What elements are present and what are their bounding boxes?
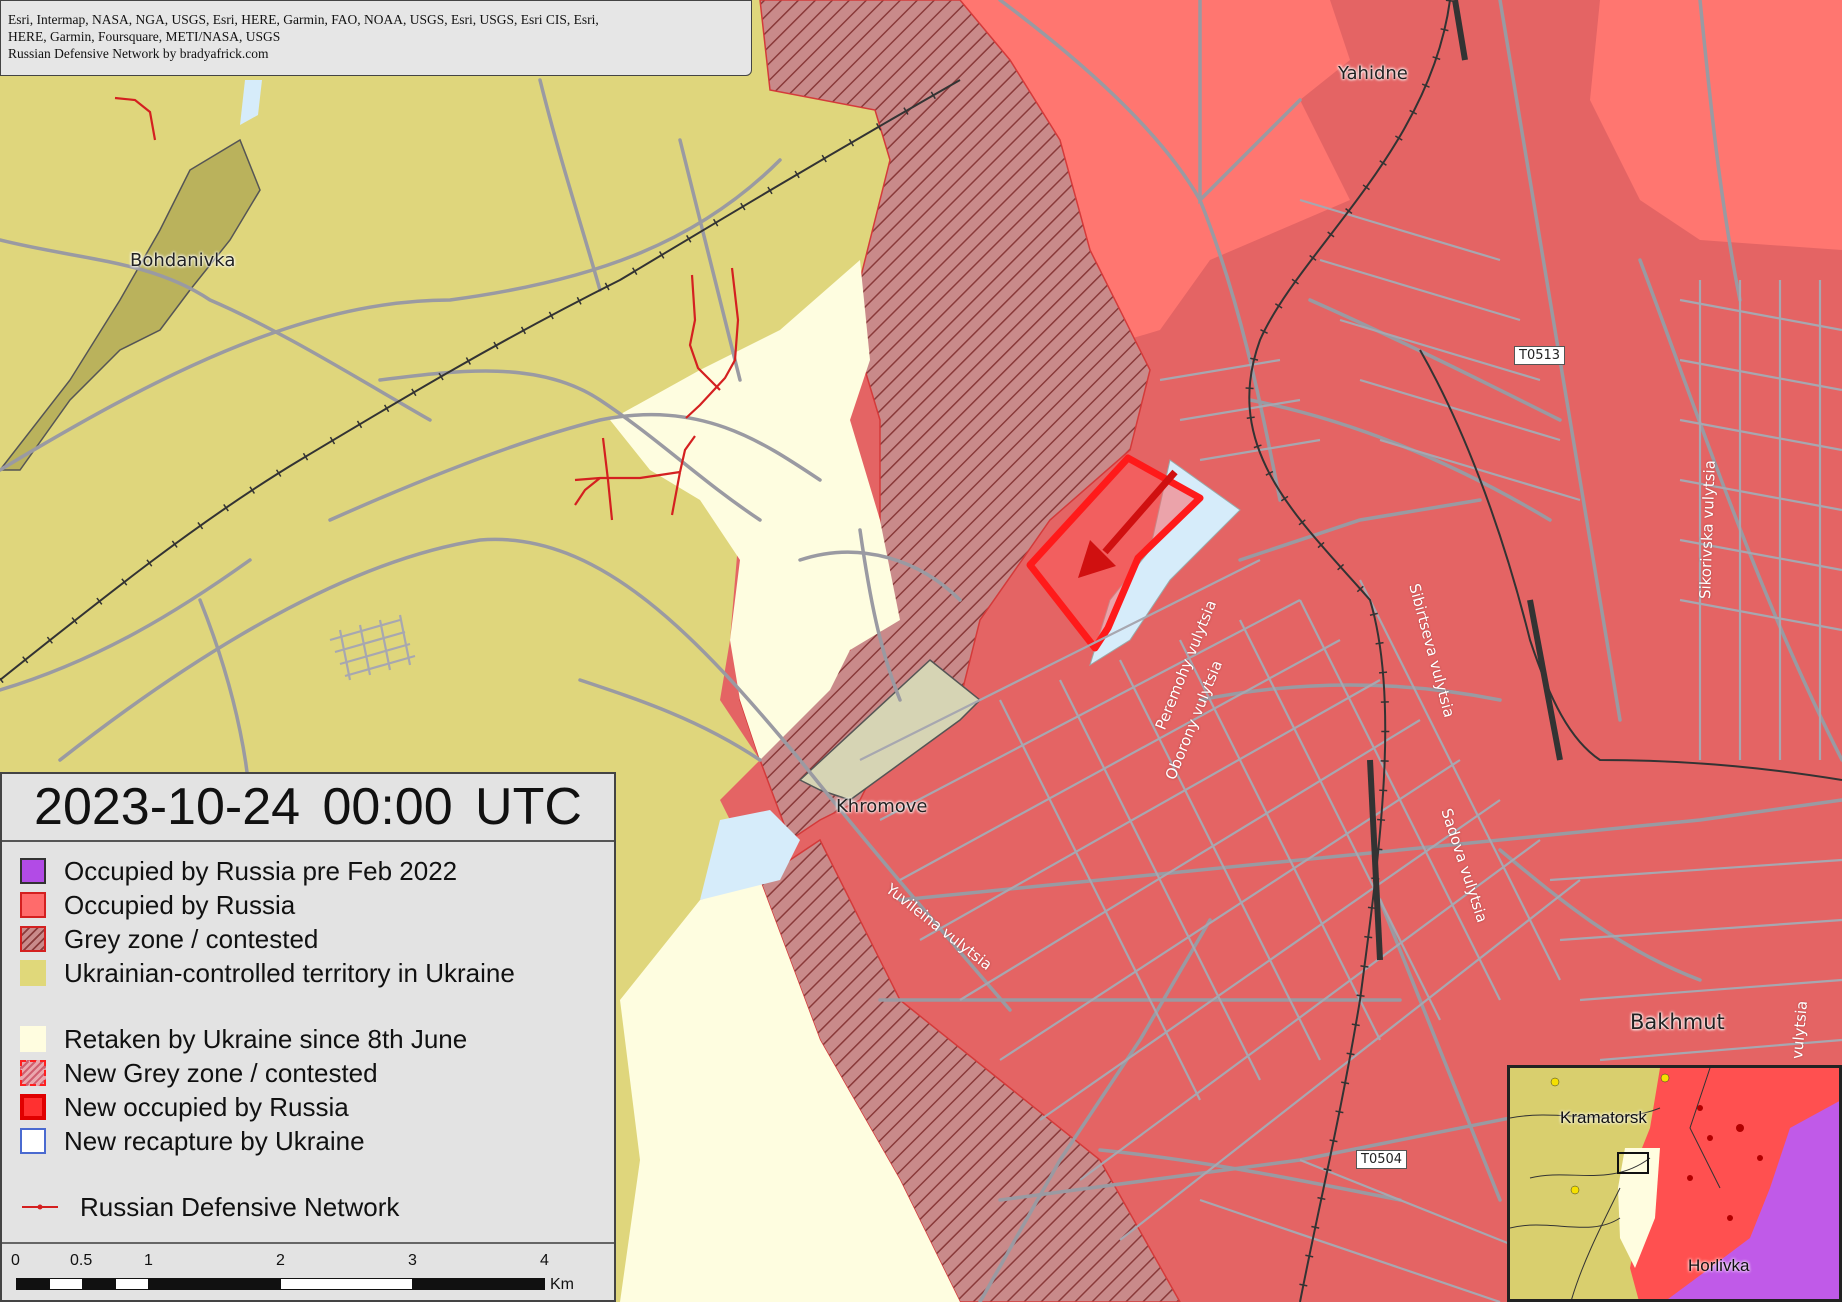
scale-segment: [16, 1278, 50, 1290]
place-label-bohdanivka: Bohdanivka: [130, 250, 236, 271]
attribution-panel: Esri, Intermap, NASA, NGA, USGS, Esri, H…: [0, 0, 752, 76]
scale-segment: [148, 1278, 281, 1290]
scale-unit: Km: [550, 1276, 574, 1293]
legend-label: Retaken by Ukraine since 8th June: [64, 1023, 468, 1054]
scale-tick-label: 2: [276, 1252, 285, 1269]
scale-bar: 0 0.5 1 2 3 4 Km: [2, 1242, 614, 1300]
scale-segment: [115, 1278, 149, 1290]
attribution-line: Russian Defensive Network by bradyafrick…: [8, 46, 269, 61]
scale-tick-label: 4: [540, 1252, 549, 1269]
timestamp: 2023-10-24 00:00 UTC: [2, 774, 614, 842]
trench-line-icon: [22, 1204, 58, 1210]
legend-item-pre-2022: Occupied by Russia pre Feb 2022: [2, 854, 614, 888]
legend-label: New Grey zone / contested: [64, 1057, 378, 1088]
scale-segment: [82, 1278, 116, 1290]
legend-swatch-new-red: [20, 1094, 46, 1120]
inset-label-horlivka: Horlivka: [1688, 1256, 1750, 1275]
inset-canvas: [1510, 1068, 1839, 1299]
legend-label: Russian Defensive Network: [80, 1191, 400, 1222]
legend-swatch-purple: [20, 858, 46, 884]
legend-label: Occupied by Russia pre Feb 2022: [64, 855, 458, 886]
place-label-bakhmut: Bakhmut: [1630, 1010, 1725, 1034]
legend-label: New occupied by Russia: [64, 1091, 349, 1122]
legend-item-new-grey-zone: New Grey zone / contested: [2, 1056, 614, 1090]
attribution-line: HERE, Garmin, Foursquare, METI/NASA, USG…: [8, 29, 281, 44]
legend-swatch-hatched: [20, 926, 46, 952]
road-shield-t0513: T0513: [1514, 346, 1566, 365]
scale-tick-label: 3: [408, 1252, 417, 1269]
legend-label: Grey zone / contested: [64, 923, 319, 954]
legend-swatch-white: [20, 1128, 46, 1154]
place-label-yahidne: Yahidne: [1338, 63, 1408, 84]
road-shield-t0504: T0504: [1356, 1150, 1408, 1169]
legend-item-grey-zone: Grey zone / contested: [2, 922, 614, 956]
legend-label: Occupied by Russia: [64, 889, 296, 920]
scale-tick-label: 0.5: [70, 1252, 93, 1269]
legend-swatch-red: [20, 892, 46, 918]
legend-label: New recapture by Ukraine: [64, 1125, 365, 1156]
legend-item-ukraine: Ukrainian-controlled territory in Ukrain…: [2, 956, 614, 990]
legend-swatch-cream: [20, 1026, 46, 1052]
scale-tick-label: 1: [144, 1252, 153, 1269]
legend-item-new-occupied: New occupied by Russia: [2, 1090, 614, 1124]
scale-segment: [412, 1278, 545, 1290]
legend-label: Ukrainian-controlled territory in Ukrain…: [64, 957, 515, 988]
scale-tick-label: 0: [11, 1252, 20, 1269]
legend-swatch-new-hatched: [20, 1060, 46, 1086]
place-label-khromove: Khromove: [836, 796, 928, 817]
inset-label-kramatorsk: Kramatorsk: [1560, 1108, 1647, 1127]
attribution-line: Esri, Intermap, NASA, NGA, USGS, Esri, H…: [8, 12, 599, 27]
legend-item-new-recapture: New recapture by Ukraine: [2, 1124, 614, 1158]
scale-segment: [280, 1278, 413, 1290]
legend-item-defensive-network: Russian Defensive Network: [2, 1190, 614, 1224]
inset-map[interactable]: Kramatorsk Horlivka: [1507, 1065, 1842, 1302]
legend-item-occupied: Occupied by Russia: [2, 888, 614, 922]
scale-segment: [49, 1278, 83, 1290]
legend-swatch-yellow: [20, 960, 46, 986]
legend-panel: 2023-10-24 00:00 UTC Occupied by Russia …: [0, 772, 616, 1302]
legend-item-retaken: Retaken by Ukraine since 8th June: [2, 1022, 614, 1056]
